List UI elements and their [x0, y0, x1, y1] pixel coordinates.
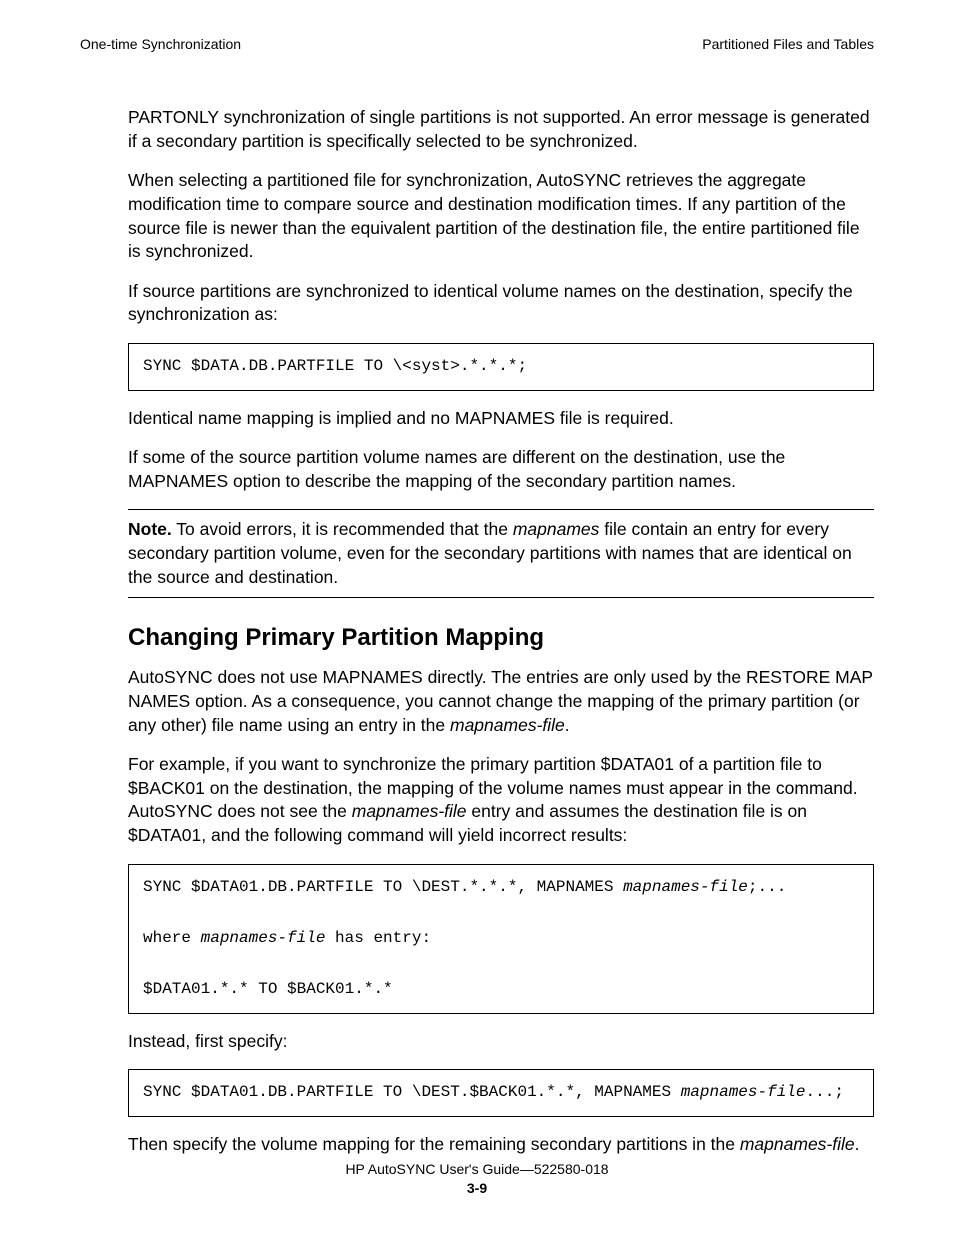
text-italic: mapnames-file [352, 801, 467, 821]
code-text: SYNC $DATA01.DB.PARTFILE TO \DEST.*.*.*,… [143, 878, 623, 896]
page-content: PARTONLY synchronization of single parti… [80, 106, 874, 1157]
code-text: $DATA01.*.* TO $BACK01.*.* [143, 980, 393, 998]
paragraph: Then specify the volume mapping for the … [128, 1133, 874, 1157]
text-italic: mapnames-file [740, 1134, 855, 1154]
code-block: SYNC $DATA01.DB.PARTFILE TO \DEST.*.*.*,… [128, 864, 874, 1014]
note-text: To avoid errors, it is recommended that … [176, 519, 513, 539]
code-text: ...; [806, 1083, 844, 1101]
note-block: Note. To avoid errors, it is recommended… [128, 509, 874, 598]
text: Then specify the volume mapping for the … [128, 1134, 740, 1154]
text: . [855, 1134, 860, 1154]
paragraph: If some of the source partition volume n… [128, 446, 874, 493]
note-italic: mapnames [513, 519, 600, 539]
footer-title: HP AutoSYNC User's Guide—522580-018 [0, 1160, 954, 1180]
footer-page-number: 3-9 [0, 1179, 954, 1199]
note-label: Note. [128, 519, 172, 539]
section-heading: Changing Primary Partition Mapping [128, 624, 874, 652]
header-right: Partitioned Files and Tables [702, 36, 874, 52]
code-text: has entry: [325, 929, 431, 947]
page-footer: HP AutoSYNC User's Guide—522580-018 3-9 [0, 1160, 954, 1199]
code-block: SYNC $DATA.DB.PARTFILE TO \<syst>.*.*.*; [128, 343, 874, 391]
paragraph: Instead, first specify: [128, 1030, 874, 1054]
paragraph: AutoSYNC does not use MAPNAMES directly.… [128, 666, 874, 737]
code-text: where [143, 929, 201, 947]
paragraph: Identical name mapping is implied and no… [128, 407, 874, 431]
paragraph: PARTONLY synchronization of single parti… [128, 106, 874, 153]
text-italic: mapnames-file [450, 715, 565, 735]
header-left: One-time Synchronization [80, 36, 241, 52]
code-italic: mapnames-file [623, 878, 748, 896]
text: . [565, 715, 570, 735]
code-italic: mapnames-file [201, 929, 326, 947]
code-text: ;... [748, 878, 786, 896]
code-italic: mapnames-file [681, 1083, 806, 1101]
code-block: SYNC $DATA01.DB.PARTFILE TO \DEST.$BACK0… [128, 1069, 874, 1117]
page-header: One-time Synchronization Partitioned Fil… [80, 36, 874, 52]
paragraph: When selecting a partitioned file for sy… [128, 169, 874, 264]
code-text: SYNC $DATA01.DB.PARTFILE TO \DEST.$BACK0… [143, 1083, 681, 1101]
paragraph: If source partitions are synchronized to… [128, 280, 874, 327]
paragraph: For example, if you want to synchronize … [128, 753, 874, 848]
